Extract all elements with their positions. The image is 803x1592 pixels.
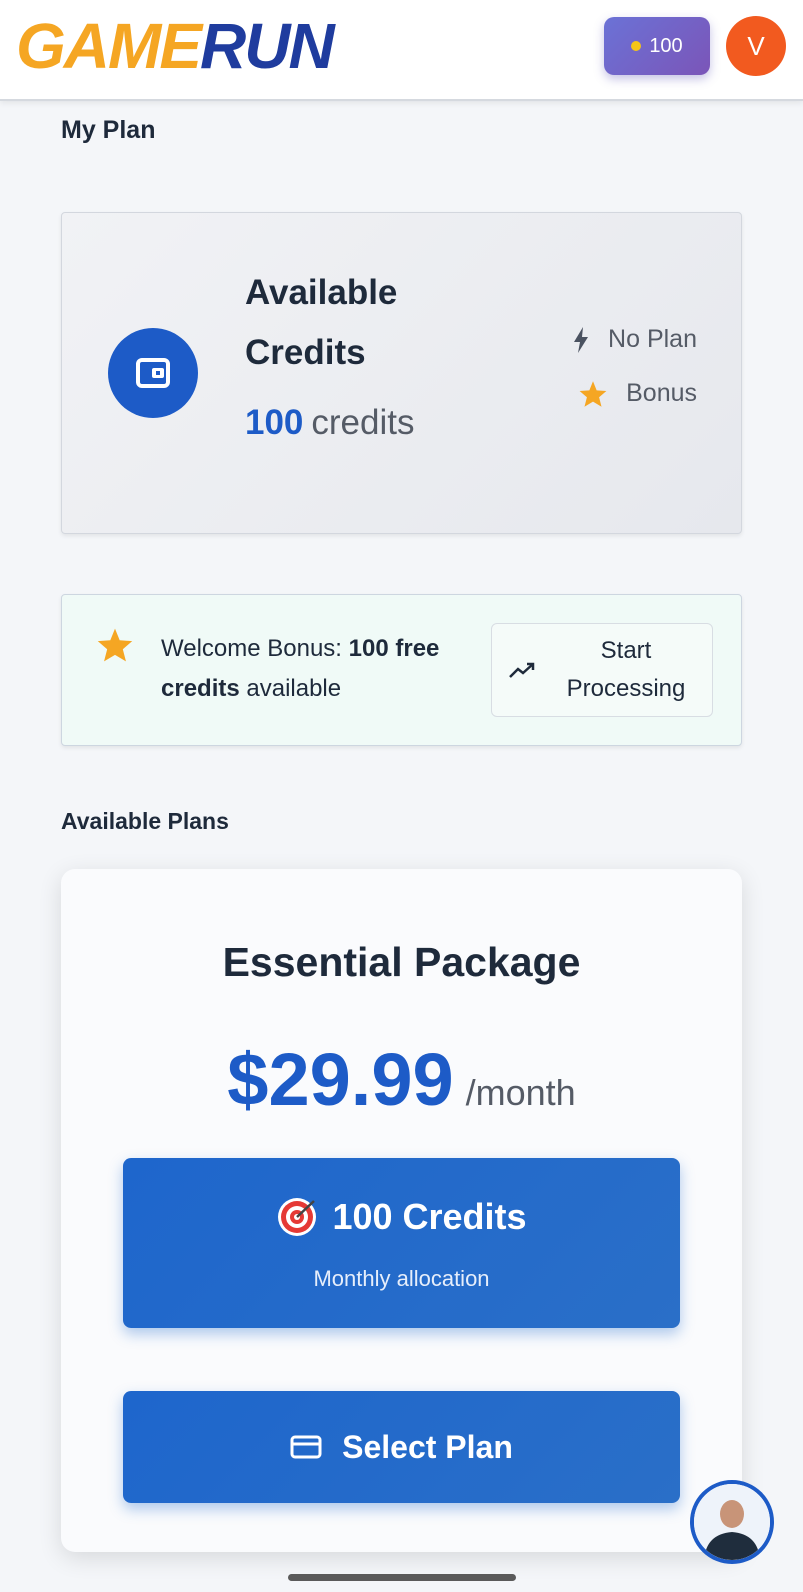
lightning-icon [574, 326, 589, 353]
bonus-status: Bonus [578, 379, 697, 408]
welcome-bonus-text: Welcome Bonus: 100 free credits availabl… [161, 629, 481, 709]
plan-name: Essential Package [222, 939, 581, 985]
credits-amount-value: 100 [245, 403, 304, 442]
svg-text:GAMERUN: GAMERUN [16, 16, 336, 76]
plan-price-period: /month [465, 1072, 576, 1113]
bonus-prefix: Welcome Bonus: [161, 635, 342, 662]
support-chat-avatar[interactable] [690, 1480, 774, 1564]
allocation-title: 100 Credits [123, 1196, 680, 1238]
welcome-bonus-banner: Welcome Bonus: 100 free credits availabl… [61, 594, 742, 746]
bonus-label: Bonus [626, 379, 697, 407]
plan-price: $29.99/month [61, 1037, 742, 1122]
bonus-suffix: available [246, 675, 342, 702]
credits-amount-unit: credits [311, 403, 415, 442]
allocation-subtitle: Monthly allocation [313, 1266, 490, 1291]
credits-amount: 100 credits [245, 403, 415, 443]
coin-icon [631, 41, 642, 51]
gamerun-logo[interactable]: GAMERUN [14, 16, 404, 76]
available-credits-card: Available Credits 100 credits No Plan Bon… [61, 212, 742, 534]
star-icon [97, 628, 133, 662]
plan-status-label: No Plan [608, 325, 697, 353]
plan-card-essential: Essential Package $29.99/month 100 Credi… [61, 869, 742, 1552]
credits-card-title: Available Credits [245, 273, 398, 372]
available-plans-title: Available Plans [61, 808, 229, 834]
select-plan-label: Select Plan [342, 1428, 513, 1465]
start-processing-label: Start Processing [566, 637, 686, 702]
star-icon [579, 380, 607, 407]
trending-up-icon [509, 662, 535, 678]
user-avatar[interactable]: V [726, 16, 786, 76]
target-icon [278, 1198, 317, 1236]
select-plan-button[interactable]: Select Plan [123, 1391, 680, 1503]
home-indicator [288, 1574, 516, 1581]
my-plan-title: My Plan [61, 116, 156, 144]
app-header: GAMERUN 100 V [0, 0, 803, 101]
credit-card-icon [290, 1435, 322, 1459]
plan-price-amount: $29.99 [227, 1038, 454, 1121]
plan-status: No Plan [572, 325, 697, 354]
credits-allocation-box: 100 Credits Monthly allocation [123, 1158, 680, 1328]
credit-balance-pill[interactable]: 100 [604, 17, 710, 75]
avatar-initial: V [747, 30, 765, 61]
credit-balance-value: 100 [649, 34, 683, 57]
wallet-icon [108, 328, 198, 418]
start-processing-button[interactable]: Start Processing [491, 623, 713, 717]
person-avatar-icon [694, 1484, 770, 1560]
allocation-credits-label: 100 Credits [332, 1196, 527, 1237]
